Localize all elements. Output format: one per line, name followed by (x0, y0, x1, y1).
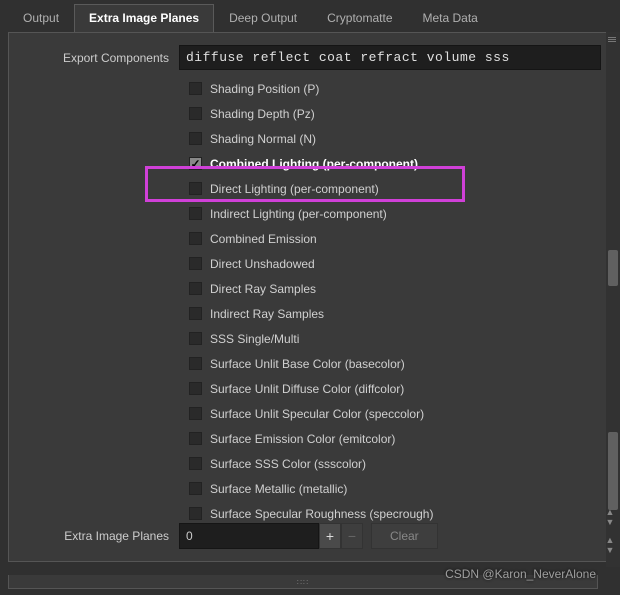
checkbox-item[interactable]: Shading Depth (Pz) (189, 101, 611, 126)
checkbox-label: Direct Lighting (per-component) (210, 182, 379, 196)
scroll-down-icon-2[interactable]: ▼ (606, 545, 615, 555)
input-export-components[interactable] (179, 45, 601, 70)
checkbox-icon[interactable] (189, 207, 202, 220)
checkbox-label: Shading Depth (Pz) (210, 107, 315, 121)
checkbox-label: Surface Emission Color (emitcolor) (210, 432, 395, 446)
checkbox-item[interactable]: Combined Emission (189, 226, 611, 251)
tab-cryptomatte[interactable]: Cryptomatte (312, 4, 407, 32)
plus-button[interactable]: + (319, 523, 341, 549)
checkbox-icon[interactable] (189, 332, 202, 345)
checkbox-icon[interactable] (189, 107, 202, 120)
checkbox-icon[interactable] (189, 182, 202, 195)
scroll-up-icon-2[interactable]: ▲ (606, 535, 615, 545)
checkbox-item[interactable]: Combined Lighting (per-component) (189, 151, 611, 176)
checkbox-icon[interactable] (189, 507, 202, 520)
tab-bar: Output Extra Image Planes Deep Output Cr… (0, 0, 620, 32)
checkbox-label: SSS Single/Multi (210, 332, 299, 346)
checkbox-icon[interactable] (189, 382, 202, 395)
scrollbar-thumb-lower[interactable] (608, 432, 618, 510)
checkbox-label: Surface Unlit Specular Color (speccolor) (210, 407, 424, 421)
checkbox-label: Surface Metallic (metallic) (210, 482, 347, 496)
checkbox-icon[interactable] (189, 282, 202, 295)
checkbox-list: Shading Position (P) Shading Depth (Pz) Sh… (9, 72, 611, 526)
clear-button[interactable]: Clear (371, 523, 438, 549)
checkbox-label: Combined Lighting (per-component) (210, 157, 418, 171)
checkbox-item[interactable]: Surface Unlit Specular Color (speccolor) (189, 401, 611, 426)
checkbox-item[interactable]: Surface Metallic (metallic) (189, 476, 611, 501)
checkbox-item[interactable]: Indirect Ray Samples (189, 301, 611, 326)
checkbox-label: Indirect Lighting (per-component) (210, 207, 387, 221)
vertical-scrollbar[interactable] (606, 32, 620, 567)
label-export-components: Export Components (19, 51, 179, 65)
scrollbar-thumb-upper[interactable] (608, 250, 618, 286)
checkbox-label: Shading Normal (N) (210, 132, 316, 146)
checkbox-label: Surface Specular Roughness (specrough) (210, 507, 433, 521)
tab-meta-data[interactable]: Meta Data (408, 4, 493, 32)
checkbox-icon[interactable] (189, 257, 202, 270)
scrollbar-grip-icon (607, 34, 617, 44)
row-extra-image-planes: Extra Image Planes + − Clear (9, 521, 601, 551)
checkbox-icon[interactable] (189, 157, 202, 170)
checkbox-icon[interactable] (189, 82, 202, 95)
checkbox-item[interactable]: Surface Emission Color (emitcolor) (189, 426, 611, 451)
checkbox-item[interactable]: Surface Unlit Base Color (basecolor) (189, 351, 611, 376)
checkbox-item[interactable]: Shading Position (P) (189, 76, 611, 101)
checkbox-icon[interactable] (189, 457, 202, 470)
checkbox-label: Surface Unlit Diffuse Color (diffcolor) (210, 382, 404, 396)
checkbox-icon[interactable] (189, 132, 202, 145)
checkbox-icon[interactable] (189, 232, 202, 245)
checkbox-label: Indirect Ray Samples (210, 307, 324, 321)
checkbox-label: Direct Unshadowed (210, 257, 315, 271)
checkbox-icon[interactable] (189, 482, 202, 495)
checkbox-label: Direct Ray Samples (210, 282, 316, 296)
checkbox-item[interactable]: Surface SSS Color (ssscolor) (189, 451, 611, 476)
scroll-down-icon[interactable]: ▼ (606, 517, 615, 527)
checkbox-item[interactable]: Direct Ray Samples (189, 276, 611, 301)
checkbox-item[interactable]: Shading Normal (N) (189, 126, 611, 151)
checkbox-icon[interactable] (189, 407, 202, 420)
scroll-up-icon[interactable]: ▲ (606, 507, 615, 517)
minus-button[interactable]: − (341, 523, 363, 549)
checkbox-icon[interactable] (189, 307, 202, 320)
tab-extra-image-planes[interactable]: Extra Image Planes (74, 4, 214, 32)
checkbox-icon[interactable] (189, 432, 202, 445)
checkbox-item[interactable]: Indirect Lighting (per-component) (189, 201, 611, 226)
row-export-components: Export Components (9, 43, 611, 72)
input-extra-image-planes[interactable] (179, 523, 319, 549)
checkbox-item[interactable]: SSS Single/Multi (189, 326, 611, 351)
checkbox-icon[interactable] (189, 357, 202, 370)
checkbox-item[interactable]: Direct Lighting (per-component) (189, 176, 611, 201)
tab-output[interactable]: Output (8, 4, 74, 32)
panel-extra-image-planes: Export Components Shading Position (P)Sh… (8, 32, 612, 562)
scroll-arrows: ▲ ▼ ▲ ▼ (603, 507, 617, 567)
checkbox-label: Surface SSS Color (ssscolor) (210, 457, 366, 471)
checkbox-label: Combined Emission (210, 232, 317, 246)
checkbox-item[interactable]: Surface Unlit Diffuse Color (diffcolor) (189, 376, 611, 401)
checkbox-label: Shading Position (P) (210, 82, 319, 96)
checkbox-item[interactable]: Direct Unshadowed (189, 251, 611, 276)
tab-deep-output[interactable]: Deep Output (214, 4, 312, 32)
drag-grip-icon: ∷∷ (297, 578, 309, 587)
label-extra-image-planes: Extra Image Planes (19, 529, 179, 543)
checkbox-label: Surface Unlit Base Color (basecolor) (210, 357, 405, 371)
watermark-text: CSDN @Karon_NeverAlone (445, 567, 596, 581)
